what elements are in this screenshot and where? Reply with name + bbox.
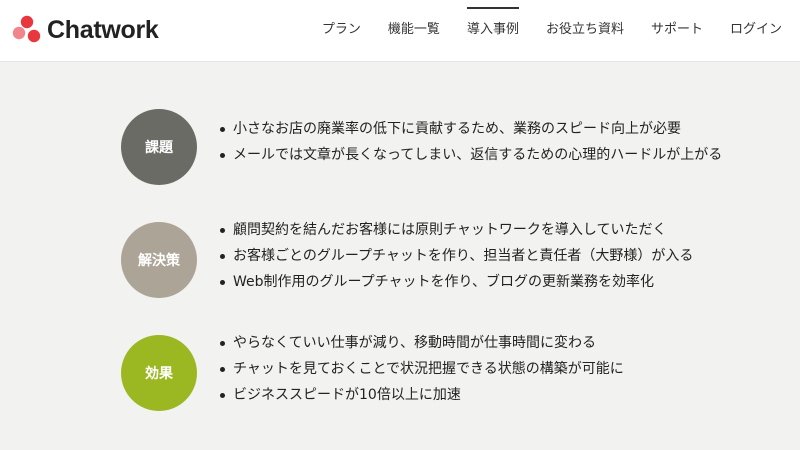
solution-badge: 解決策 xyxy=(121,222,197,298)
list-item: チャットを見ておくことで状況把握できる状態の構築が可能に xyxy=(217,356,624,382)
nav-item-login[interactable]: ログイン xyxy=(730,0,782,62)
nav-item-support[interactable]: サポート xyxy=(651,0,703,62)
case-study-summary: 課題 小さなお店の廃業率の低下に貢献するため、業務のスピード向上が必要 メールで… xyxy=(0,63,800,450)
list-item: Web制作用のグループチャットを作り、ブログの更新業務を効率化 xyxy=(217,269,693,295)
list-item: やらなくていい仕事が減り、移動時間が仕事時間に変わる xyxy=(217,330,624,356)
solution-list: 顧問契約を結んだお客様には原則チャットワークを導入していただく お客様ごとのグル… xyxy=(217,217,693,295)
list-item: 顧問契約を結んだお客様には原則チャットワークを導入していただく xyxy=(217,217,693,243)
effect-list: やらなくていい仕事が減り、移動時間が仕事時間に変わる チャットを見ておくことで状… xyxy=(217,330,624,408)
issue-badge: 課題 xyxy=(121,109,197,185)
nav-item-features[interactable]: 機能一覧 xyxy=(388,0,440,62)
list-item: メールでは文章が長くなってしまい、返信するための心理的ハードルが上がる xyxy=(217,142,722,168)
effect-badge: 効果 xyxy=(121,335,197,411)
issue-list: 小さなお店の廃業率の低下に貢献するため、業務のスピード向上が必要 メールでは文章… xyxy=(217,116,722,168)
site-header: Chatwork プラン 機能一覧 導入事例 お役立ち資料 サポート ログイン xyxy=(0,0,800,62)
chatwork-logo[interactable]: Chatwork xyxy=(10,13,159,47)
list-item: お客様ごとのグループチャットを作り、担当者と責任者（大野様）が入る xyxy=(217,243,693,269)
nav-item-resources[interactable]: お役立ち資料 xyxy=(546,0,624,62)
chatwork-logo-icon xyxy=(12,15,41,43)
main-nav: プラン 機能一覧 導入事例 お役立ち資料 サポート ログイン xyxy=(295,0,782,62)
brand-name: Chatwork xyxy=(47,15,159,44)
nav-item-plan[interactable]: プラン xyxy=(322,0,361,62)
nav-item-case-studies[interactable]: 導入事例 xyxy=(466,0,519,62)
list-item: ビジネススピードが10倍以上に加速 xyxy=(217,382,624,408)
list-item: 小さなお店の廃業率の低下に貢献するため、業務のスピード向上が必要 xyxy=(217,116,722,142)
